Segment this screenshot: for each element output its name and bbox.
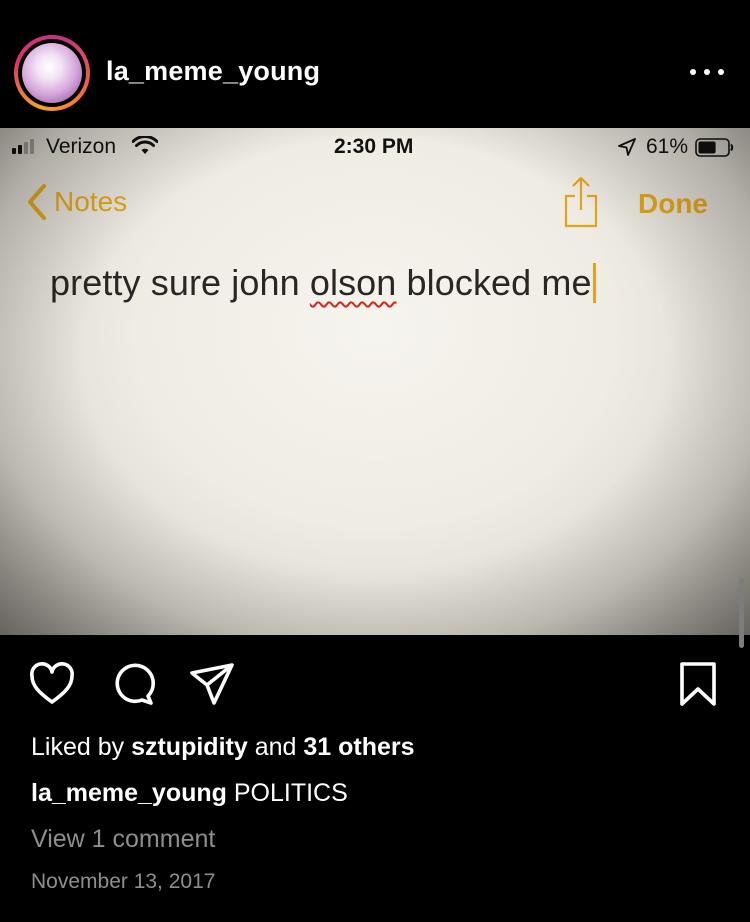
post-date: November 13, 2017 — [31, 870, 216, 893]
liked-by-user[interactable]: sztupidity — [131, 733, 248, 761]
note-text-start: pretty sure john — [50, 262, 310, 303]
caption-username[interactable]: la_meme_young — [31, 779, 227, 807]
post-actions — [0, 650, 750, 720]
scrollbar[interactable] — [739, 578, 744, 648]
signal-icon — [12, 138, 34, 154]
notes-back-label: Notes — [54, 186, 128, 217]
notes-back-button[interactable]: Notes — [26, 182, 127, 222]
status-time: 2:30 PM — [334, 135, 414, 158]
post-caption: la_meme_young POLITICS — [31, 779, 348, 808]
more-icon[interactable] — [690, 66, 724, 78]
post-username[interactable]: la_meme_young — [106, 56, 320, 87]
chevron-left-icon — [28, 184, 46, 220]
comment-icon[interactable] — [108, 660, 156, 708]
notes-navigation-bar: Notes Done — [0, 176, 750, 232]
avatar-image — [22, 43, 82, 103]
text-caret — [592, 263, 596, 303]
misspelled-word: olson — [309, 262, 397, 303]
caption-text: POLITICS — [233, 779, 348, 807]
post-image[interactable]: Verizon 2:30 PM 61% Notes Done pretty su… — [0, 128, 750, 635]
view-comments-link[interactable]: View 1 comment — [31, 825, 215, 854]
note-text-end: blocked me — [396, 262, 592, 303]
liked-by-prefix: Liked by — [31, 733, 125, 761]
wifi-icon — [132, 136, 158, 154]
location-icon — [618, 138, 636, 156]
liked-by-and: and — [254, 733, 297, 761]
carrier-label: Verizon — [46, 135, 117, 158]
liked-by-others[interactable]: 31 others — [303, 733, 414, 761]
avatar-frame — [18, 39, 86, 107]
note-body[interactable]: pretty sure john olson blocked me — [50, 262, 596, 304]
battery-icon — [695, 138, 734, 157]
likes-summary[interactable]: Liked by sztupidity and 31 others — [31, 733, 415, 762]
battery-percent: 61% — [646, 135, 689, 158]
ios-status-bar: Verizon 2:30 PM 61% — [0, 128, 750, 168]
bookmark-icon[interactable] — [674, 660, 722, 708]
post-header: la_meme_young — [0, 0, 750, 128]
heart-icon[interactable] — [28, 660, 76, 708]
send-icon[interactable] — [188, 660, 236, 708]
avatar[interactable] — [14, 35, 90, 111]
share-icon[interactable] — [560, 176, 602, 228]
done-button[interactable]: Done — [638, 188, 708, 220]
